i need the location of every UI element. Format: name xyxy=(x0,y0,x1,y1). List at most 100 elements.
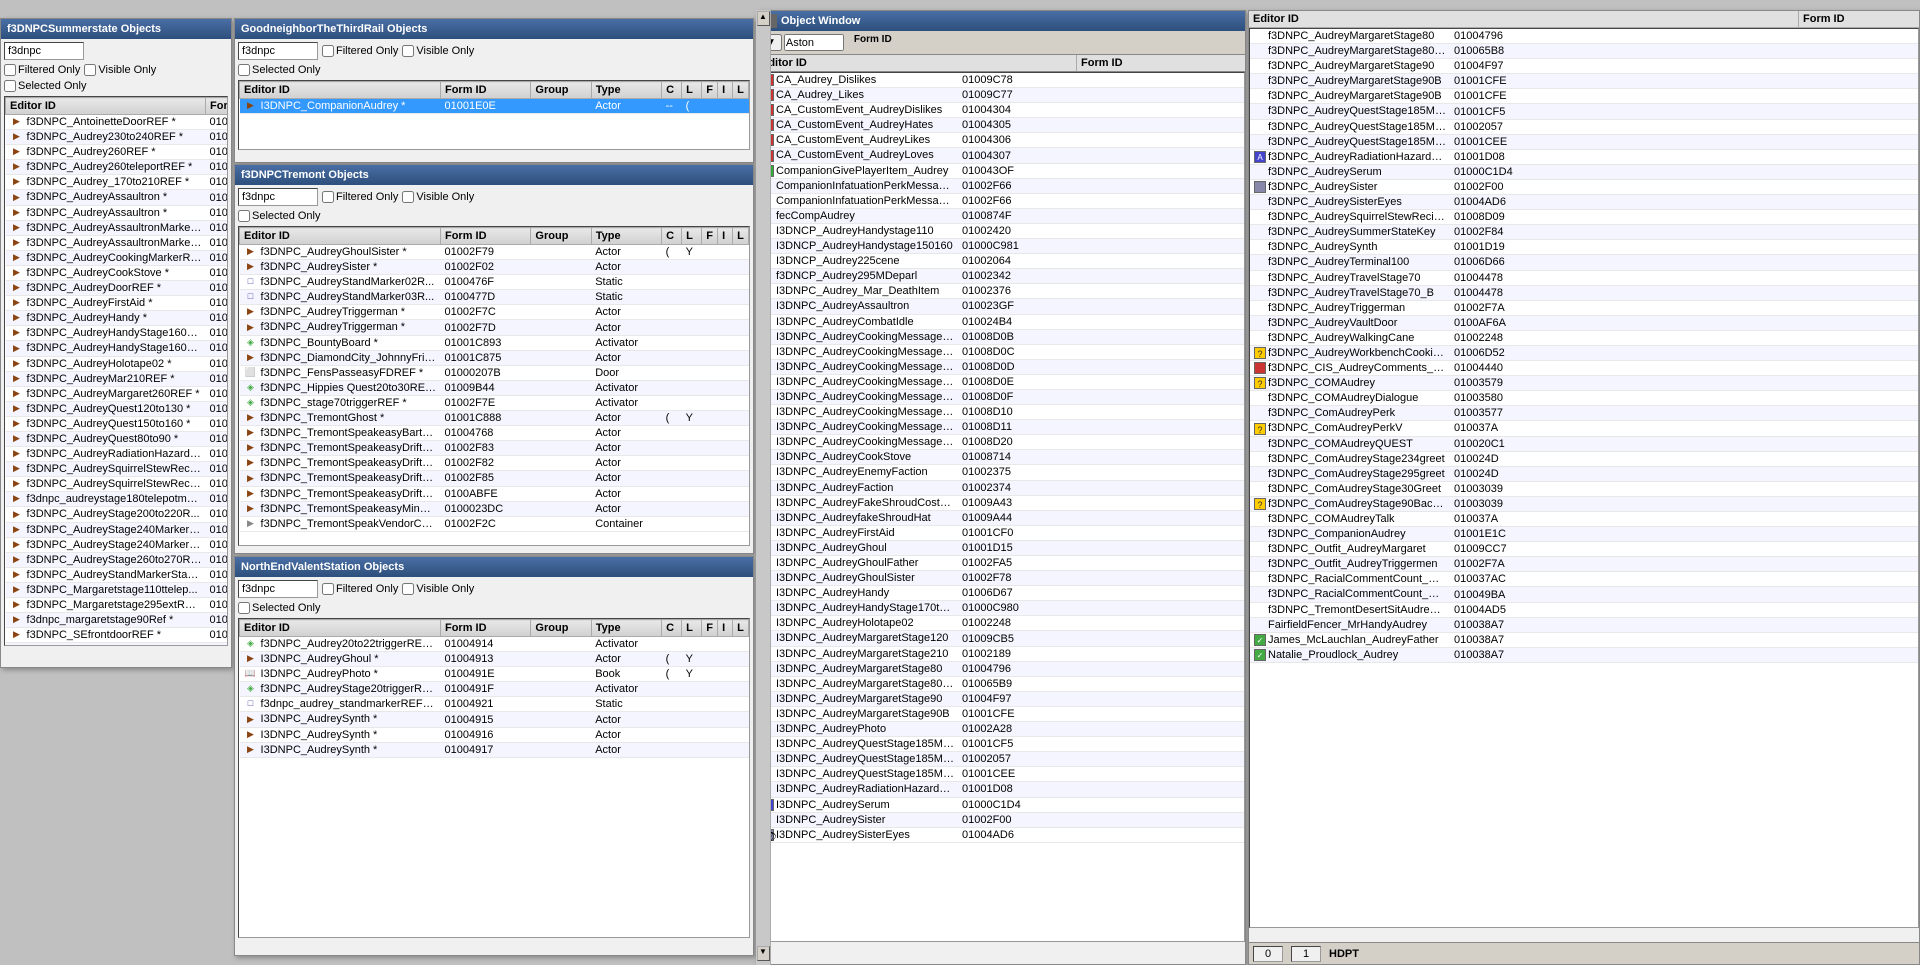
table-row[interactable]: ◈ f3DNPC_BountyBoard * 01001C893 Activat… xyxy=(240,335,749,350)
table-row[interactable]: ▶ f3DNPC_AudreyMargaret260REF * 01002289 xyxy=(6,386,229,401)
gn-filtered-only[interactable]: Filtered Only xyxy=(322,45,398,57)
table-row[interactable]: ▶ f3DNPC_TremontSpeakeasyDrifter... 0100… xyxy=(240,486,749,501)
table-row[interactable]: I3DNPC_AudreyMargaretStage120 01009CB5 xyxy=(758,631,1244,646)
table-row[interactable]: f3DNPC_CIS_AudreyComments_Audrey 0100444… xyxy=(1250,361,1918,376)
fr-table-container[interactable]: f3DNPC_AudreyMargaretStage80 01004796 f3… xyxy=(1249,28,1919,928)
tremont-table-container[interactable]: Editor ID Form ID Group Type C L F I L ▶… xyxy=(238,226,750,546)
table-row[interactable]: ▶ f3DNPC_AudreyGhoulSister * 01002F79 Ac… xyxy=(240,245,749,260)
table-row[interactable]: CA_Audrey_Likes 01009C77 xyxy=(758,88,1244,103)
table-row[interactable]: f3DNPC_Outfit_AudreyTriggermen 01002F7A xyxy=(1250,557,1918,572)
table-row[interactable]: CompanionGivePlayerItem_Audrey 010043OF xyxy=(758,163,1244,178)
vs-col-editor[interactable]: Editor ID xyxy=(240,620,441,637)
table-row[interactable]: ▶ f3dnpc_audreystage180telepotma... 0100… xyxy=(6,492,229,507)
table-row[interactable]: ▶ f3DNPC_AudreySister * 01002F02 Actor xyxy=(240,260,749,275)
table-row[interactable]: I3DNPC_AudreySister 01002F00 xyxy=(758,812,1244,827)
table-row[interactable]: ◈ f3DNPC_Audrey20to22triggerREF... 01004… xyxy=(240,637,749,652)
table-row[interactable]: ▶ f3DNPC_Audrey260teleportREF * 0100228A xyxy=(6,160,229,175)
table-row[interactable]: I3DNPC_AudreyCookStove 01008714 xyxy=(758,450,1244,465)
table-row[interactable]: I3DNPC_AudreyCookingMessageButton06 0100… xyxy=(758,405,1244,420)
vs-selected-only[interactable]: Selected Only xyxy=(238,602,320,614)
table-row[interactable]: I3DNCP_Audrey225cene 01002064 xyxy=(758,254,1244,269)
table-row[interactable]: ▶ f3DNPC_TremontSpeakeasyBarte... 010047… xyxy=(240,426,749,441)
vs-col-f[interactable]: F xyxy=(702,620,718,637)
table-row[interactable]: I3DNPC_AudreyMargaretStage80 01004796 xyxy=(758,661,1244,676)
table-row[interactable]: I3DNPC_AudreyFakeShroudCostume 01009A43 xyxy=(758,495,1244,510)
summerstate-table-container[interactable]: Editor ID Form ID ▶ f3DNPC_AntoinetteDoo… xyxy=(4,96,228,646)
table-row[interactable]: ▶ f3DNPC_AudreyCookStove * 01001CD8 xyxy=(6,265,229,280)
table-row[interactable]: f3DNCP_Audrey295MDeparl 01002342 xyxy=(758,269,1244,284)
table-row[interactable]: fecCompAudrey 0100874F xyxy=(758,208,1244,223)
tr-visible-cb[interactable] xyxy=(402,191,414,203)
table-row[interactable]: f3DNPC_ComAudreyStage30Greet 01003039 xyxy=(1250,481,1918,496)
table-row[interactable]: ▶ f3DNPC_AudreyStage260to270RE... 010022… xyxy=(6,552,229,567)
table-row[interactable]: ▶ f3DNPC_Audrey260REF * 01002288 xyxy=(6,145,229,160)
tr-filtered-only[interactable]: Filtered Only xyxy=(322,191,398,203)
table-row[interactable]: I3DNPC_AudreyFirstAid 01001CF0 xyxy=(758,525,1244,540)
table-row[interactable]: f3DNPC_ComAudreyPerk 01003577 xyxy=(1250,406,1918,421)
fr-form-col[interactable]: Form ID xyxy=(1799,11,1919,27)
tr-col-c[interactable]: C xyxy=(662,228,682,245)
table-row[interactable]: f3DNPC_AudreyMargaretStage90 01004F97 xyxy=(1250,59,1918,74)
vs-visible-cb[interactable] xyxy=(402,583,414,595)
table-row[interactable]: I3DNPC_AudreyCookingMessageButton05 0100… xyxy=(758,389,1244,404)
table-row[interactable]: ▶ I3DNPC_AudreyGhoul * 01004913 Actor ( … xyxy=(240,652,749,667)
table-row[interactable]: ▶ f3DNPC_AudreyHolotape02 * 01002249 xyxy=(6,356,229,371)
object-window-table-container[interactable]: CA_Audrey_Dislikes 01009C78 CA_Audrey_Li… xyxy=(757,72,1245,942)
table-row[interactable]: ▶ f3DNPC_AudreyMar210REF * 01002188 xyxy=(6,371,229,386)
table-row[interactable]: ▶ I3DNPC_CompanionAudrey * 01001E0E Acto… xyxy=(240,99,749,114)
table-row[interactable]: f3DNPC_AudreySisterEyes 01004AD6 xyxy=(1250,195,1918,210)
table-row[interactable]: ▶ f3DNPC_AudreyTriggerman * 01002F7C Act… xyxy=(240,305,749,320)
table-row[interactable]: ▶ f3DNPC_AudreyAssaultron * 01002371 xyxy=(6,205,229,220)
table-row[interactable]: f3DNPC_AudreyVaultDoor 0100AF6A xyxy=(1250,315,1918,330)
gn-col-i[interactable]: I xyxy=(718,82,733,99)
table-row[interactable]: ▶ f3DNPC_TremontGhost * 01001C888 Actor … xyxy=(240,411,749,426)
table-row[interactable]: 👁I3DNPC_AudreySisterEyes 01004AD6 xyxy=(758,827,1244,842)
table-row[interactable]: ▶ f3DNPC_AudreyAssaultron * 01002370 xyxy=(6,190,229,205)
gn-col-type[interactable]: Type xyxy=(591,82,661,99)
table-row[interactable]: f3DNPC_AudreyMargaretStage90B 01001CFE xyxy=(1250,74,1918,89)
table-row[interactable]: f3DNPC_AudreyTravelStage70_B 01004478 xyxy=(1250,285,1918,300)
table-row[interactable]: f3DNPC_COMAudreyTalk 010037A xyxy=(1250,512,1918,527)
tr-col-form[interactable]: Form ID xyxy=(440,228,530,245)
table-row[interactable]: ▶ f3DNPC_AudreyTriggerman * 01002F7D Act… xyxy=(240,320,749,335)
gn-selected-only[interactable]: Selected Only xyxy=(238,64,320,76)
tr-col-group[interactable]: Group xyxy=(531,228,591,245)
table-row[interactable]: f3DNPC_AudreyMargaretStage90B 01001CFE xyxy=(1250,89,1918,104)
table-row[interactable]: I3DNPC_AudreyHandyStage170to210 01000C98… xyxy=(758,601,1244,616)
table-row[interactable]: f3DNPC_AudreySister 01002F00 xyxy=(1250,179,1918,194)
vs-col-l[interactable]: L xyxy=(682,620,702,637)
table-row[interactable]: ◈ f3DNPC_Hippies Quest20to30REF... 01009… xyxy=(240,380,749,395)
table-row[interactable]: CompanionInfatuationPerkMessage_Audre...… xyxy=(758,193,1244,208)
vs-col-form[interactable]: Form ID xyxy=(440,620,530,637)
table-row[interactable]: f3DNPC_AudreyTravelStage70 01004478 xyxy=(1250,270,1918,285)
table-row[interactable]: ▶ I3DNPC_AudreySynth * 01004915 Actor xyxy=(240,712,749,727)
table-row[interactable]: f3DNPC_Outfit_AudreyMargaret 01009CC7 xyxy=(1250,542,1918,557)
table-row[interactable]: Af3DNPC_AudreyRadiationHazardDeadly10...… xyxy=(1250,149,1918,164)
vs-col-i[interactable]: I xyxy=(718,620,733,637)
table-row[interactable]: ▶ f3DNPC_DiamondCity_JohnnyFrie... 01001… xyxy=(240,350,749,365)
visible-only-label[interactable]: Visible Only xyxy=(84,64,156,76)
table-row[interactable]: f3DNPC_AudreyMargaretStage80_B 010065B8 xyxy=(1250,44,1918,59)
table-row[interactable]: CA_CustomEvent_AudreyHates 01004305 xyxy=(758,118,1244,133)
ow-form-col[interactable]: Form ID xyxy=(1077,55,1197,71)
gn-col-l2[interactable]: L xyxy=(733,82,749,99)
table-row[interactable]: ✓Natalie_Proudlock_Audrey 010038A7 xyxy=(1250,647,1918,662)
gn-col-group[interactable]: Group xyxy=(531,82,591,99)
table-row[interactable]: ▶ f3DNPC_TremontSpeakeasyMinut... 010002… xyxy=(240,501,749,516)
table-row[interactable]: ▶ f3DNPC_TremontSpeakeasyDrifter... 0100… xyxy=(240,456,749,471)
table-row[interactable]: f3DNPC_AudreySquirrelStewRecipe... 01008… xyxy=(1250,210,1918,225)
table-row[interactable]: I3DNPC_AudreyCookingMessageButton01 0100… xyxy=(758,329,1244,344)
table-row[interactable]: ▶ f3dnpc_margaretstage90Ref * 0100BEAE xyxy=(6,613,229,628)
vs-col-c[interactable]: C xyxy=(662,620,682,637)
table-row[interactable]: I3DNPC_AudreyCombatIdle 010024B4 xyxy=(758,314,1244,329)
scroll-down[interactable]: ▼ xyxy=(757,946,770,961)
table-row[interactable]: ⬜ f3DNPC_FensPasseasyFDREF * 01000207B D… xyxy=(240,365,749,380)
table-row[interactable]: f3DNPC_CompanionAudrey 01001E1C xyxy=(1250,527,1918,542)
tr-filtered-cb[interactable] xyxy=(322,191,334,203)
fr-editor-col[interactable]: Editor ID xyxy=(1249,11,1799,27)
tr-col-editor[interactable]: Editor ID xyxy=(240,228,441,245)
table-row[interactable]: □ f3DNPC_AudreyStandMarker02R... 0100476… xyxy=(240,275,749,290)
vs-col-type[interactable]: Type xyxy=(591,620,661,637)
table-row[interactable]: I3DNPC_AudreyPhoto 01002A28 xyxy=(758,722,1244,737)
table-row[interactable]: f3DNPC_COMAudreyDialogue 01003580 xyxy=(1250,391,1918,406)
